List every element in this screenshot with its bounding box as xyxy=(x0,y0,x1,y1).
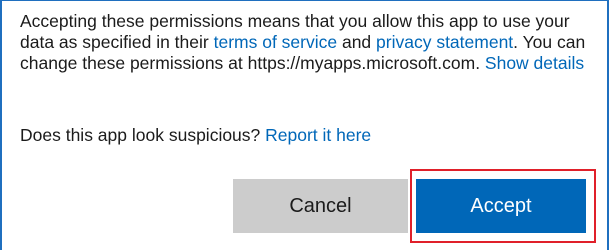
accept-button[interactable]: Accept xyxy=(416,179,586,233)
suspicious-question: Does this app look suspicious? xyxy=(20,125,266,145)
consent-dialog: Accepting these permissions means that y… xyxy=(0,0,609,250)
cancel-button[interactable]: Cancel xyxy=(233,179,408,233)
consent-text-part2: and xyxy=(337,32,377,52)
report-it-here-link[interactable]: Report it here xyxy=(265,125,371,145)
consent-paragraph: Accepting these permissions means that y… xyxy=(20,11,600,74)
suspicious-paragraph: Does this app look suspicious? Report it… xyxy=(20,125,371,146)
privacy-statement-link[interactable]: privacy statement xyxy=(376,32,513,52)
dialog-content: Accepting these permissions means that y… xyxy=(20,11,600,145)
show-details-link[interactable]: Show details xyxy=(485,53,584,73)
terms-of-service-link[interactable]: terms of service xyxy=(214,32,338,52)
